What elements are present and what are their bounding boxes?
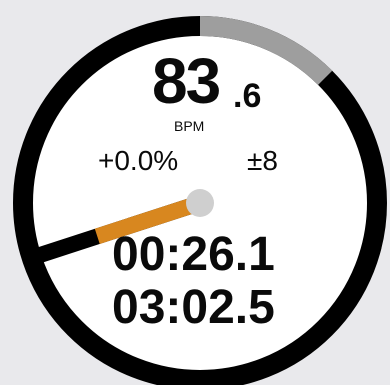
bpm-integer: 83 — [152, 45, 221, 117]
jog-wheel-hub — [186, 189, 214, 217]
pitch-range[interactable]: ±8 — [247, 147, 278, 175]
time-remaining: 03:02.5 — [112, 281, 275, 334]
bpm-unit-label: BPM — [174, 118, 205, 134]
time-elapsed: 00:26.1 — [112, 228, 275, 281]
bpm-decimal: .6 — [233, 77, 262, 115]
jog-wheel-display: 83 .6 BPM +0.0% ±8 00:26.1 03:02.5 — [0, 0, 390, 385]
pitch-percent[interactable]: +0.0% — [98, 147, 178, 175]
